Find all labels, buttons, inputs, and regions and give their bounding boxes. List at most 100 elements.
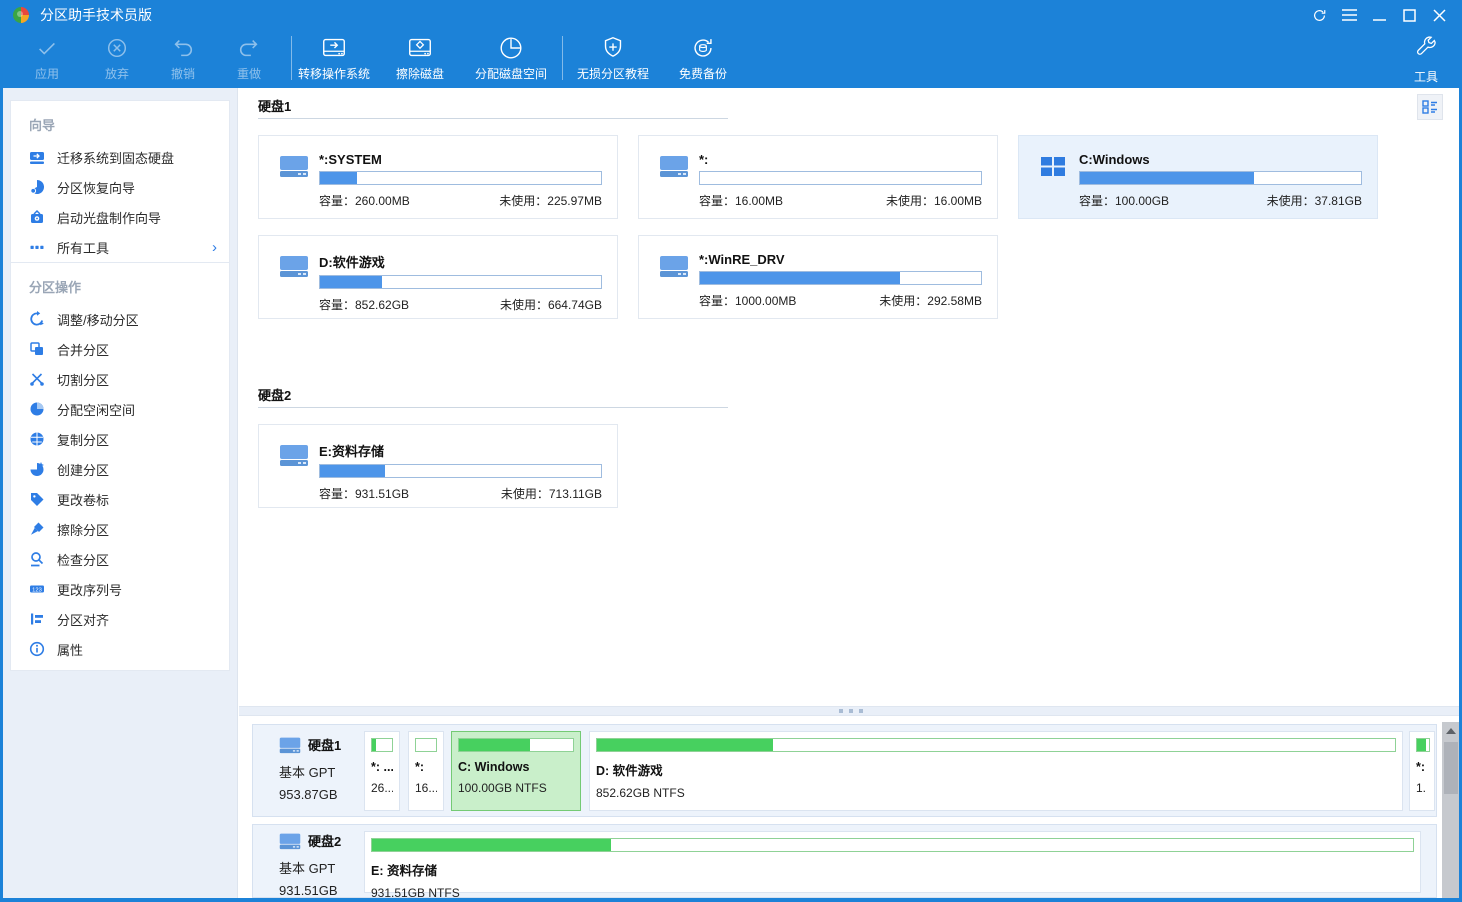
- unused-label: 未使用：37.81GB: [1267, 192, 1362, 209]
- view-toggle-button[interactable]: [1417, 94, 1443, 120]
- window-border: [0, 898, 1462, 902]
- partition-card-e[interactable]: E:资料存储 容量：931.51GB 未使用：713.11GB: [258, 424, 618, 508]
- sidebar-section-title: 分区操作: [11, 271, 229, 304]
- redo-icon: [237, 34, 261, 62]
- undo-button[interactable]: 撤销: [148, 34, 218, 82]
- disk-map-block-e[interactable]: E: 资料存储 931.51GB NTFS: [364, 831, 1421, 893]
- sidebar-item-serial-number[interactable]: 123 更改序列号: [11, 574, 229, 604]
- sidebar-item-all-tools[interactable]: 所有工具 ›: [11, 232, 229, 262]
- sidebar-item-erase-partition[interactable]: 擦除分区: [11, 514, 229, 544]
- sidebar-item-volume-label[interactable]: 更改卷标: [11, 484, 229, 514]
- usage-bar: [319, 171, 602, 185]
- sidebar-item-check-partition[interactable]: 检查分区: [11, 544, 229, 574]
- apply-button[interactable]: 应用: [12, 34, 82, 82]
- free-backup-button[interactable]: 免费备份: [668, 34, 738, 82]
- sidebar-item-label: 调整/移动分区: [57, 310, 139, 329]
- app-logo-icon: [12, 6, 30, 24]
- usage-bar: [371, 738, 393, 752]
- tools-button[interactable]: 工具: [1402, 34, 1450, 85]
- capacity-label: 容量：931.51GB: [319, 485, 409, 502]
- scroll-up-button[interactable]: [1442, 722, 1460, 740]
- refresh-button[interactable]: [1304, 2, 1334, 28]
- sidebar-item-merge[interactable]: 合并分区: [11, 334, 229, 364]
- unused-label: 未使用：664.74GB: [500, 296, 602, 313]
- usage-bar: [458, 738, 574, 752]
- disk-map-block-winre[interactable]: *: 1.: [1409, 731, 1435, 811]
- properties-icon: [29, 641, 45, 657]
- minimize-button[interactable]: [1364, 2, 1394, 28]
- sidebar-item-migrate-ssd[interactable]: 迁移系统到固态硬盘: [11, 142, 229, 172]
- wipe-disk-icon: [406, 34, 434, 62]
- close-icon: [1433, 9, 1446, 22]
- disk-info[interactable]: 硬盘2 基本 GPT 931.51GB: [279, 831, 341, 898]
- sidebar-item-allocate-free[interactable]: 分配空闲空间: [11, 394, 229, 424]
- partition-name: E:资料存储: [319, 441, 603, 460]
- split-icon: [29, 371, 45, 387]
- window-title: 分区助手技术员版: [40, 5, 152, 25]
- block-size: 100.00GB NTFS: [458, 781, 574, 795]
- create-partition-icon: [29, 461, 45, 477]
- check-partition-icon: [29, 551, 45, 567]
- usage-bar: [319, 275, 602, 289]
- discard-button[interactable]: 放弃: [82, 34, 152, 82]
- sidebar-section-title: 向导: [11, 109, 229, 142]
- sidebar-item-resize-move[interactable]: 调整/移动分区: [11, 304, 229, 334]
- allocate-disk-space-button[interactable]: 分配磁盘空间: [466, 34, 556, 82]
- free-backup-icon: [689, 34, 717, 62]
- block-size: 16...: [415, 781, 437, 795]
- migrate-os-label: 转移操作系统: [298, 65, 370, 82]
- merge-icon: [29, 341, 45, 357]
- discard-label: 放弃: [105, 65, 129, 82]
- disk-map-block[interactable]: *: 16...: [408, 731, 444, 811]
- scrollbar[interactable]: [1442, 722, 1460, 898]
- usage-bar: [596, 738, 1396, 752]
- unused-label: 未使用：225.97MB: [499, 192, 602, 209]
- allocate-disk-space-label: 分配磁盘空间: [475, 65, 547, 82]
- disk-map-block-d[interactable]: D: 软件游戏 852.62GB NTFS: [589, 731, 1403, 811]
- close-button[interactable]: [1424, 2, 1454, 28]
- menu-button[interactable]: [1334, 2, 1364, 28]
- sidebar-item-split[interactable]: 切割分区: [11, 364, 229, 394]
- disk-info[interactable]: 硬盘1 基本 GPT 953.87GB: [279, 735, 341, 802]
- disk-map-block[interactable]: *: ... 26...: [364, 731, 400, 811]
- splitter-handle[interactable]: [239, 706, 1462, 716]
- maximize-button[interactable]: [1394, 2, 1424, 28]
- sidebar-item-properties[interactable]: 属性: [11, 634, 229, 664]
- tutorial-button[interactable]: 无损分区教程: [568, 34, 658, 82]
- partition-card-d[interactable]: D:软件游戏 容量：852.62GB 未使用：664.74GB: [258, 235, 618, 319]
- tutorial-label: 无损分区教程: [577, 65, 649, 82]
- disk-map-block-c-windows[interactable]: C: Windows 100.00GB NTFS: [451, 731, 581, 811]
- sidebar-item-create-partition[interactable]: 创建分区: [11, 454, 229, 484]
- all-tools-icon: [29, 239, 45, 255]
- sidebar-item-align-partition[interactable]: 分区对齐: [11, 604, 229, 634]
- title-bar: 分区助手技术员版: [0, 0, 1462, 30]
- drive-icon: [659, 152, 693, 218]
- section-divider: [258, 407, 728, 408]
- migrate-os-button[interactable]: 转移操作系统: [293, 34, 375, 82]
- block-label: *:: [1416, 760, 1428, 774]
- disk-type: 基本 GPT: [279, 762, 341, 781]
- migrate-os-icon: [320, 34, 348, 62]
- sidebar-item-copy-partition[interactable]: 复制分区: [11, 424, 229, 454]
- partition-card-unnamed[interactable]: *: 容量：16.00MB 未使用：16.00MB: [638, 135, 998, 219]
- maximize-icon: [1403, 9, 1416, 22]
- allocate-free-icon: [29, 401, 45, 417]
- undo-label: 撤销: [171, 65, 195, 82]
- chevron-right-icon: ›: [212, 240, 217, 255]
- disk-type: 基本 GPT: [279, 858, 341, 877]
- partition-card-c-windows[interactable]: C:Windows 容量：100.00GB 未使用：37.81GB: [1018, 135, 1378, 219]
- wipe-disk-button[interactable]: 擦除磁盘: [385, 34, 455, 82]
- sidebar-item-label: 创建分区: [57, 460, 109, 479]
- migrate-ssd-icon: [29, 149, 45, 165]
- sidebar-item-partition-recovery[interactable]: 分区恢复向导: [11, 172, 229, 202]
- unused-label: 未使用：16.00MB: [886, 192, 982, 209]
- scrollbar-thumb[interactable]: [1444, 742, 1458, 794]
- section-divider: [258, 118, 728, 119]
- drive-icon: [659, 252, 693, 318]
- disk-name: 硬盘2: [308, 831, 341, 850]
- disk1-map-row: 硬盘1 基本 GPT 953.87GB *: ... 26... *: 16..…: [252, 724, 1437, 817]
- partition-card-winre[interactable]: *:WinRE_DRV 容量：1000.00MB 未使用：292.58MB: [638, 235, 998, 319]
- redo-button[interactable]: 重做: [214, 34, 284, 82]
- partition-card-system[interactable]: *:SYSTEM 容量：260.00MB 未使用：225.97MB: [258, 135, 618, 219]
- sidebar-item-boot-disc[interactable]: 启动光盘制作向导: [11, 202, 229, 232]
